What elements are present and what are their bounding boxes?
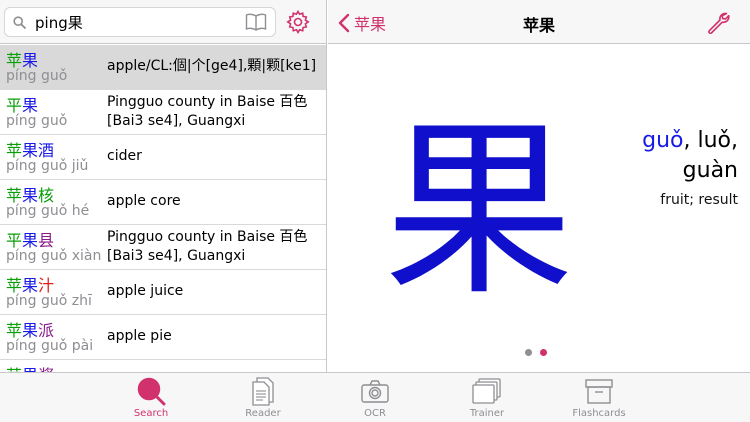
result-definition: apple core [107,193,181,209]
detail-nav-bar: 苹果 苹果 [328,0,750,44]
detail-title: 苹果 [522,16,555,35]
cards-icon [472,378,501,404]
gear-icon[interactable] [286,10,310,34]
search-bar [0,0,326,44]
result-row[interactable]: 苹果核 píng guǒ hé apple core [0,180,326,225]
character-gloss: fruit; result [660,192,738,208]
tab-label: OCR [364,408,386,419]
tab-label: Search [133,408,169,419]
result-hanzi: 苹果酱 [6,362,54,372]
search-input[interactable] [35,11,235,33]
result-row[interactable]: 苹果酱 [0,360,326,372]
search-icon [137,377,166,406]
result-row[interactable]: 平果 píng guǒ Pingguo county in Baise 百色[Bai… [0,90,326,135]
tab-label: Reader [245,408,281,419]
tab-flashcards[interactable]: Flashcards [554,376,644,422]
result-pinyin: píng guǒ [6,113,68,129]
page-dot[interactable] [525,349,532,356]
result-definition: Pingguo county in Baise 百色[Bai3 se4], Gu… [107,94,308,129]
camera-icon [361,380,389,403]
primary-reading[interactable]: guǒ [642,128,683,153]
magnifier-icon [13,16,26,29]
tab-bar: Search Reader OCR Trainer Flashcards [0,372,750,422]
result-row[interactable]: 苹果汁 píng guǒ zhī apple juice [0,270,326,315]
box-icon [585,379,613,404]
result-row[interactable]: 苹果 píng guǒ apple/CL:個|个[ge4],顆|颗[ke1] [0,45,326,90]
result-definition: apple pie [107,328,172,344]
other-readings: , luǒ, [683,128,739,153]
tab-reader[interactable]: Reader [218,376,308,422]
tab-label: Trainer [469,408,505,419]
result-pinyin: píng guǒ jiǔ [6,158,89,174]
tab-search[interactable]: Search [106,376,196,422]
result-definition: apple juice [107,283,184,299]
result-pinyin: píng guǒ [6,68,68,84]
page-dot-active[interactable] [540,349,547,356]
tab-label: Flashcards [572,408,626,419]
book-icon[interactable] [245,13,267,31]
result-definition: cider [107,148,142,164]
search-field[interactable] [4,7,276,37]
tab-ocr[interactable]: OCR [330,376,420,422]
other-reading-line2: guàn [682,158,738,183]
result-pinyin: píng guǒ xiàn [6,248,102,264]
page-indicator[interactable] [525,349,547,356]
result-pinyin: píng guǒ hé [6,203,90,219]
search-pane: 苹果píng guǒapple/CL:個|个[ge4],顆|颗[ke1]平果pí… [0,0,327,372]
result-row[interactable]: 苹果酒 píng guǒ jiǔ cider [0,135,326,180]
wrench-icon[interactable] [706,10,730,34]
result-definition: apple/CL:個|个[ge4],顆|颗[ke1] [107,58,317,74]
result-row[interactable]: 苹果派 píng guǒ pài apple pie [0,315,326,360]
results-list: 苹果 píng guǒ apple/CL:個|个[ge4],顆|颗[ke1] 平果 pí… [0,45,326,372]
document-icon [252,377,274,406]
result-pinyin: píng guǒ zhī [6,293,92,309]
result-definition: Pingguo county in Baise 百色[Bai3 se4], Gu… [107,229,308,264]
character-display: 果 [383,100,574,321]
result-row[interactable]: 平果县 píng guǒ xiàn Pingguo county in Baise … [0,225,326,270]
detail-pane: 苹果 苹果 果 guǒ, luǒ, guàn fruit; result [328,0,750,372]
result-pinyin: píng guǒ pài [6,338,94,354]
pinyin-readings: guǒ, luǒ, guàn [588,126,738,186]
tab-trainer[interactable]: Trainer [442,376,532,422]
